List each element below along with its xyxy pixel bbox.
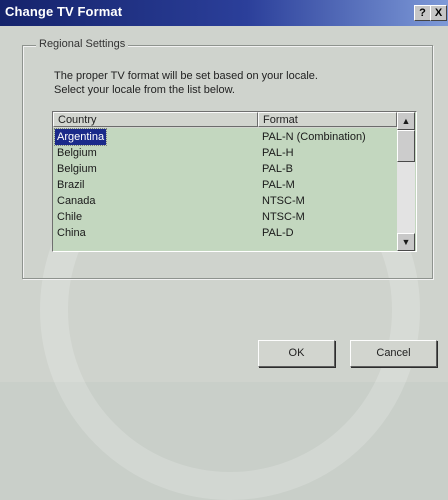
list-row[interactable]: Belgium PAL-B — [53, 161, 397, 177]
list-row[interactable]: Canada NTSC-M — [53, 193, 397, 209]
cell-format: PAL-B — [262, 163, 293, 175]
list-row[interactable]: Brazil PAL-M — [53, 177, 397, 193]
description-text: The proper TV format will be set based o… — [54, 69, 394, 97]
description-line-2: Select your locale from the list below. — [54, 84, 235, 96]
country-list[interactable]: Country Format Argentina PAL-N (Combinat… — [52, 111, 417, 252]
title-bar[interactable]: Change TV Format ? X — [0, 0, 448, 26]
cell-format: PAL-M — [262, 179, 295, 191]
list-row[interactable]: Belgium PAL-H — [53, 145, 397, 161]
ok-button[interactable]: OK — [258, 340, 335, 367]
column-header-country[interactable]: Country — [53, 112, 258, 127]
window-title: Change TV Format — [5, 4, 123, 19]
description-line-1: The proper TV format will be set based o… — [54, 70, 318, 82]
list-row[interactable]: Chile NTSC-M — [53, 209, 397, 225]
cell-format: PAL-D — [262, 227, 294, 239]
help-button[interactable]: ? — [414, 5, 431, 21]
list-row-selected[interactable]: Argentina PAL-N (Combination) — [53, 128, 397, 146]
cancel-button[interactable]: Cancel — [350, 340, 437, 367]
cell-country: Brazil — [57, 179, 85, 191]
cell-country: Argentina — [53, 128, 108, 146]
cell-format: PAL-N (Combination) — [262, 131, 366, 143]
cell-format: PAL-H — [262, 147, 294, 159]
cell-country: Belgium — [57, 163, 97, 175]
cell-country: Canada — [57, 195, 96, 207]
scroll-thumb[interactable] — [397, 130, 415, 162]
cell-country: Chile — [57, 211, 83, 223]
vertical-scrollbar[interactable]: ▲ ▼ — [397, 112, 415, 251]
column-header-format[interactable]: Format — [258, 112, 397, 127]
cell-format: NTSC-M — [262, 211, 305, 223]
scroll-up-arrow-icon[interactable]: ▲ — [397, 112, 415, 130]
cell-country: Belgium — [57, 147, 97, 159]
close-button[interactable]: X — [430, 5, 447, 21]
list-header: Country Format — [53, 112, 397, 128]
group-legend: Regional Settings — [36, 38, 129, 50]
cell-format: NTSC-M — [262, 195, 305, 207]
cell-country: China — [57, 227, 86, 239]
list-row[interactable]: China PAL-D — [53, 225, 397, 241]
dialog-window: Change TV Format ? X Regional Settings T… — [0, 0, 448, 500]
scroll-down-arrow-icon[interactable]: ▼ — [397, 233, 415, 251]
